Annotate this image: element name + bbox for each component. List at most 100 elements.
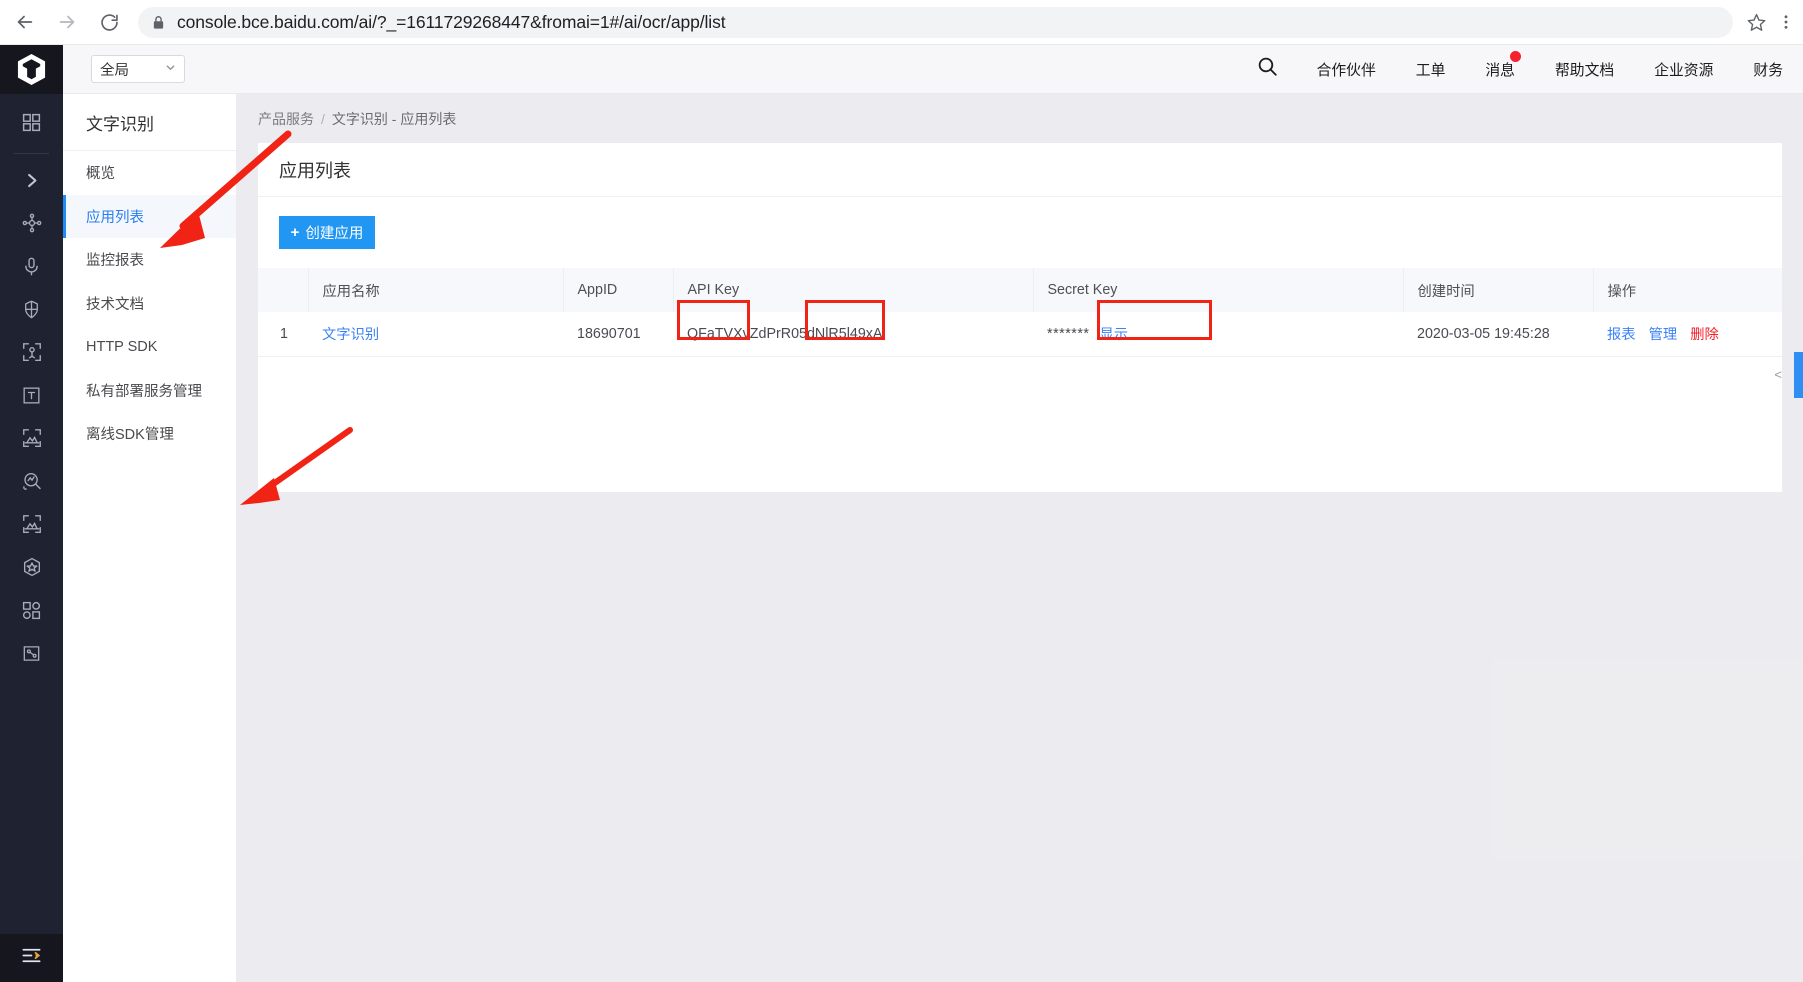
globe-shield-icon bbox=[21, 299, 42, 325]
sidebar-item-http-sdk[interactable]: HTTP SDK bbox=[63, 325, 236, 369]
sidebar-item-label: 离线SDK管理 bbox=[86, 423, 174, 444]
row-action-delete[interactable]: 删除 bbox=[1690, 323, 1719, 344]
column-header-secret-key: Secret Key bbox=[1033, 268, 1403, 312]
column-header-appid: AppID bbox=[563, 268, 673, 312]
collapse-menu-icon bbox=[20, 944, 43, 972]
reload-icon bbox=[99, 12, 120, 33]
image-frame-alt-icon bbox=[21, 513, 43, 540]
url-text: console.bce.baidu.com/ai/?_=161172926844… bbox=[177, 12, 726, 33]
breadcrumb-root[interactable]: 产品服务 bbox=[258, 109, 314, 129]
sidebar-item-tech-docs[interactable]: 技术文档 bbox=[63, 282, 236, 326]
region-selector[interactable]: 全局 bbox=[91, 55, 185, 83]
app-list-panel: 应用列表 + 创建应用 应用名称 AppID API Key Secret Ke… bbox=[258, 143, 1782, 492]
right-edge-accent-strip[interactable] bbox=[1794, 352, 1803, 398]
breadcrumb: 产品服务 / 文字识别 - 应用列表 bbox=[237, 94, 1803, 143]
sidebar-item-label: 私有部署服务管理 bbox=[86, 380, 202, 401]
rail-item-ar-service[interactable] bbox=[0, 548, 63, 591]
cell-app-name-link[interactable]: 文字识别 bbox=[322, 327, 379, 343]
rail-item-image-recognition[interactable] bbox=[0, 419, 63, 462]
header-link-label: 企业资源 bbox=[1654, 63, 1713, 79]
create-app-label: 创建应用 bbox=[305, 222, 363, 243]
region-selector-label: 全局 bbox=[100, 59, 129, 80]
cell-api-key: QFaTVXvZdPrR05dNlR5l49xA bbox=[673, 312, 1033, 356]
grid-apps-icon bbox=[21, 112, 42, 138]
breadcrumb-current: 文字识别 - 应用列表 bbox=[332, 109, 456, 129]
sidebar-item-label: 应用列表 bbox=[86, 206, 144, 227]
header-link-partners[interactable]: 合作伙伴 bbox=[1297, 59, 1396, 80]
rail-item-custom-model[interactable] bbox=[0, 591, 63, 634]
sidebar-item-label: 概览 bbox=[86, 162, 115, 183]
column-header-api-key: API Key bbox=[673, 268, 1033, 312]
create-app-button[interactable]: + 创建应用 bbox=[279, 216, 375, 249]
main-content: 产品服务 / 文字识别 - 应用列表 应用列表 + 创建应用 应用名称 AppI… bbox=[237, 94, 1803, 982]
column-header-app-name: 应用名称 bbox=[308, 268, 563, 312]
rail-item-face-recognition[interactable] bbox=[0, 333, 63, 376]
sidebar-item-offline-sdk[interactable]: 离线SDK管理 bbox=[63, 412, 236, 456]
column-header-create-time: 创建时间 bbox=[1403, 268, 1593, 312]
sidebar-item-monitor-report[interactable]: 监控报表 bbox=[63, 238, 236, 282]
cube-star-icon bbox=[21, 556, 43, 583]
header-link-tickets[interactable]: 工单 bbox=[1396, 59, 1466, 80]
sidebar-item-private-deploy[interactable]: 私有部署服务管理 bbox=[63, 369, 236, 413]
back-button[interactable] bbox=[8, 5, 42, 39]
rail-item-speech-recognition[interactable] bbox=[0, 247, 63, 290]
table-row: 1 文字识别 18690701 QFaTVXvZdPrR05dNlR5l49xA… bbox=[258, 312, 1782, 356]
sidebar-item-label: 监控报表 bbox=[86, 249, 144, 270]
arrow-right-icon bbox=[56, 11, 78, 33]
bookmark-star-icon[interactable] bbox=[1741, 12, 1771, 33]
forward-button[interactable] bbox=[50, 5, 84, 39]
rail-divider bbox=[14, 153, 49, 154]
cell-operations: 报表 管理 删除 bbox=[1607, 323, 1782, 344]
breadcrumb-separator: / bbox=[321, 111, 325, 127]
rail-item-nlp-service[interactable] bbox=[0, 290, 63, 333]
table-head: 应用名称 AppID API Key Secret Key 创建时间 操作 bbox=[258, 268, 1782, 312]
search-button[interactable] bbox=[1238, 55, 1297, 83]
data-chart-icon bbox=[21, 643, 42, 669]
chevron-down-icon bbox=[165, 61, 176, 77]
image-search-icon bbox=[21, 470, 43, 497]
header-link-enterprise-resources[interactable]: 企业资源 bbox=[1634, 59, 1733, 80]
header-link-help-docs[interactable]: 帮助文档 bbox=[1535, 59, 1634, 80]
secret-key-reveal-link[interactable]: 显示 bbox=[1099, 323, 1128, 344]
rail-item-text-recognition[interactable] bbox=[0, 376, 63, 419]
reload-button[interactable] bbox=[92, 5, 126, 39]
bottom-right-overlay-panel bbox=[1492, 659, 1803, 859]
address-bar[interactable]: console.bce.baidu.com/ai/?_=161172926844… bbox=[138, 7, 1733, 38]
arrow-left-icon bbox=[14, 11, 36, 33]
header-link-label: 工单 bbox=[1416, 63, 1446, 79]
chevron-right-icon bbox=[22, 171, 41, 195]
sidebar-item-overview[interactable]: 概览 bbox=[63, 151, 236, 195]
column-header-operations: 操作 bbox=[1593, 268, 1782, 312]
sidebar-collapse-handle[interactable]: < bbox=[1774, 367, 1782, 382]
table-body: 1 文字识别 18690701 QFaTVXvZdPrR05dNlR5l49xA… bbox=[258, 312, 1782, 356]
rail-item-machine-learning[interactable] bbox=[0, 204, 63, 247]
cell-create-time: 2020-03-05 19:45:28 bbox=[1403, 312, 1593, 356]
rail-item-image-audit[interactable] bbox=[0, 505, 63, 548]
status-badge bbox=[1510, 51, 1521, 62]
cell-appid: 18690701 bbox=[563, 312, 673, 356]
header-link-messages[interactable]: 消息 bbox=[1465, 59, 1535, 80]
cell-index: 1 bbox=[258, 312, 308, 356]
service-sidebar: 文字识别 概览 应用列表 监控报表 技术文档 HTTP SDK 私有部署服务管理… bbox=[63, 94, 237, 982]
plus-icon: + bbox=[291, 224, 300, 241]
row-action-manage[interactable]: 管理 bbox=[1649, 323, 1678, 344]
microphone-icon bbox=[21, 256, 42, 282]
header-link-finance[interactable]: 财务 bbox=[1733, 59, 1803, 80]
rail-item-all-products[interactable] bbox=[0, 103, 63, 146]
sidebar-item-app-list[interactable]: 应用列表 bbox=[63, 195, 236, 239]
header-link-label: 财务 bbox=[1753, 63, 1783, 79]
grid-shapes-icon bbox=[21, 600, 42, 626]
collapse-menu-button[interactable] bbox=[0, 934, 63, 982]
header-right-group: 合作伙伴 工单 消息 帮助文档 企业资源 财务 bbox=[1238, 45, 1803, 94]
table-header-row: 应用名称 AppID API Key Secret Key 创建时间 操作 bbox=[258, 268, 1782, 312]
product-rail bbox=[0, 45, 63, 982]
secret-key-masked: ******* bbox=[1047, 326, 1089, 342]
rail-item-data-analytics[interactable] bbox=[0, 634, 63, 677]
baidu-cloud-cube-logo[interactable] bbox=[0, 45, 63, 94]
row-action-report[interactable]: 报表 bbox=[1607, 323, 1636, 344]
rail-item-image-search[interactable] bbox=[0, 462, 63, 505]
rail-item-expand-panel[interactable] bbox=[0, 161, 63, 204]
lock-icon bbox=[152, 15, 165, 30]
header-link-label: 帮助文档 bbox=[1555, 63, 1614, 79]
browser-menu-icon[interactable] bbox=[1771, 13, 1801, 31]
